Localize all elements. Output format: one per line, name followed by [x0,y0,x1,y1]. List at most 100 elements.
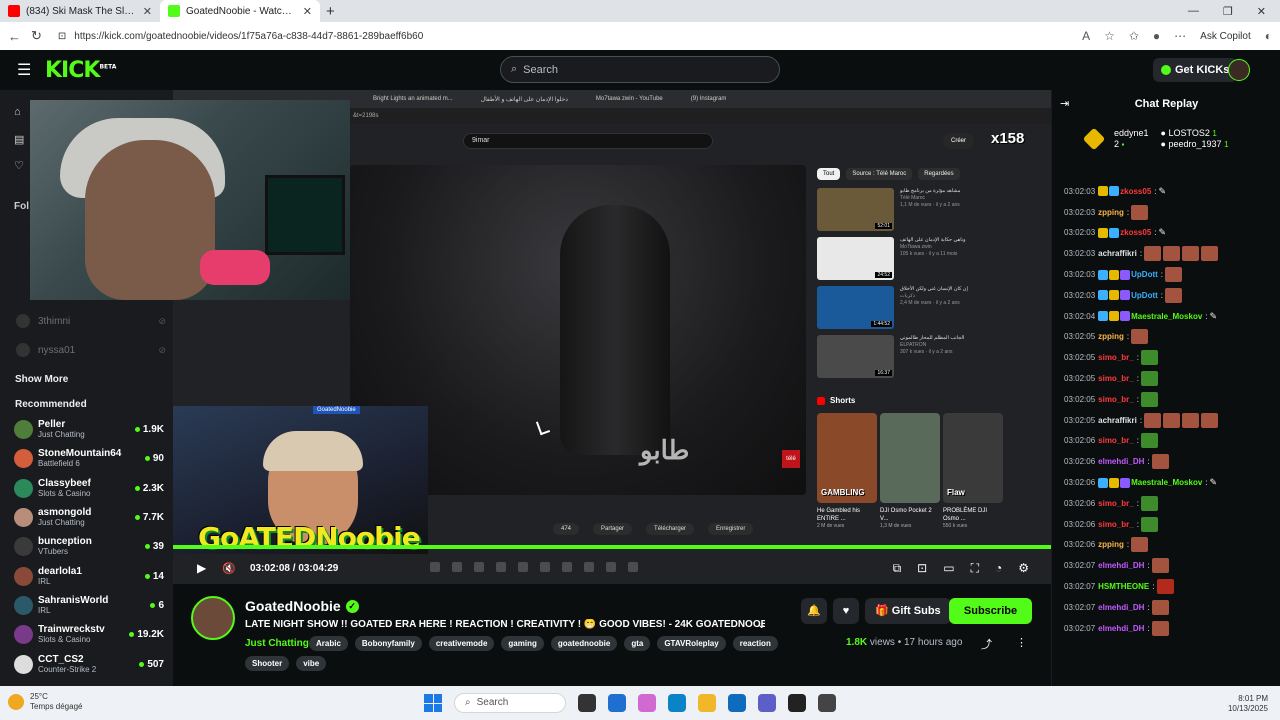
tag[interactable]: GTAVRoleplay [657,636,726,651]
chat-username[interactable]: UpDott [1131,270,1158,279]
sidebar-offline-item[interactable]: nyssa01 ⊘ [16,343,166,357]
kick-logo[interactable]: KICKBETA [45,58,116,83]
browser-tab-kick[interactable]: GoatedNoobie - Watch the VOD ✕ [160,0,320,22]
chat-username[interactable]: simo_br_ [1098,436,1134,445]
streamer-name[interactable]: GoatedNoobie ✓ [245,598,359,614]
share-icon[interactable]: ⤴ [981,636,992,652]
system-clock[interactable]: 8:01 PM 10/13/2025 [1228,694,1268,714]
file-explorer-icon[interactable] [698,694,716,712]
chat-username[interactable]: simo_br_ [1098,374,1134,383]
fullscreen-icon[interactable]: ⛶ [971,561,979,576]
following-heart-icon[interactable]: ♡ [14,159,28,173]
tag[interactable]: creativemode [428,636,495,651]
chat-username[interactable]: HSMTHEONE [1098,582,1149,591]
tag[interactable]: gaming [501,636,544,651]
menu-dots-icon[interactable]: ⋯ [1174,29,1186,43]
chat-username[interactable]: UpDott [1131,291,1158,300]
chat-username[interactable]: Maestrale_Moskov [1131,478,1202,487]
more-options-icon[interactable]: ⋮ [1016,636,1027,649]
chat-username[interactable]: zpping [1098,332,1124,341]
chat-username[interactable]: elmehdi_DH [1098,603,1144,612]
chat-username[interactable]: achraffikri [1098,249,1137,258]
copilot-icon[interactable]: ◐ [1265,29,1272,43]
chat-username[interactable]: achraffikri [1098,416,1137,425]
task-view-icon[interactable] [578,694,596,712]
close-tab-icon[interactable]: ✕ [303,5,312,18]
play-icon[interactable]: ▶ [197,561,206,575]
category-link[interactable]: Just Chatting [245,638,309,649]
ask-copilot-button[interactable]: Ask Copilot [1200,31,1251,42]
favorites-icon[interactable]: ✩ [1129,29,1139,43]
site-info-icon[interactable]: ⊡ [58,31,66,42]
new-tab-button[interactable]: + [326,3,335,20]
recommended-channel[interactable]: Classybeef Slots & Casino 2.3K [14,476,164,500]
theater-icon[interactable]: ▭ [943,561,954,576]
tag[interactable]: goatednoobie [550,636,618,651]
chat-username[interactable]: simo_br_ [1098,499,1134,508]
minimize-icon[interactable]: — [1188,5,1199,18]
windows-start-icon[interactable] [424,694,442,712]
tag[interactable]: Bobonyfamily [354,636,422,651]
show-more-link[interactable]: Show More [15,374,68,385]
read-aloud-icon[interactable]: A [1082,29,1090,43]
chat-username[interactable]: elmehdi_DH [1098,624,1144,633]
chat-username[interactable]: zpping [1098,540,1124,549]
recommended-channel[interactable]: CCT_CS2 Counter-Strike 2 507 [14,652,164,676]
chat-username[interactable]: elmehdi_DH [1098,457,1144,466]
copilot-app-icon[interactable] [638,694,656,712]
recommended-channel[interactable]: dearlola1 IRL 14 [14,564,164,588]
maximize-icon[interactable]: ❐ [1223,5,1233,18]
browse-icon[interactable]: ▤ [14,133,28,147]
recommended-channel[interactable]: StoneMountain64 Battlefield 6 90 [14,446,164,470]
streamer-avatar[interactable] [191,596,235,640]
address-bar[interactable]: ⊡ https://kick.com/goatednoobie/videos/1… [51,25,1073,47]
chat-username[interactable]: elmehdi_DH [1098,561,1144,570]
browser-tab-youtube[interactable]: (834) Ski Mask The Slump God ✕ [0,0,160,22]
gift-subs-button[interactable]: 🎁 Gift Subs [865,598,951,624]
chat-username[interactable]: simo_br_ [1098,520,1134,529]
tag[interactable]: vibe [296,656,327,671]
chat-username[interactable]: zkoss05 [1120,187,1151,196]
recommended-channel[interactable]: Peller Just Chatting 1.9K [14,417,164,441]
recommended-channel[interactable]: bunception VTubers 39 [14,534,164,558]
teams-icon[interactable] [758,694,776,712]
chat-username[interactable]: zkoss05 [1120,228,1151,237]
clip-icon[interactable]: ⧉ [893,561,902,576]
favorite-star-icon[interactable]: ☆ [1104,29,1115,43]
weather-widget[interactable]: 25°C Temps dégagé [8,692,82,712]
recommended-channel[interactable]: Trainwreckstv Slots & Casino 19.2K [14,622,164,646]
app-icon[interactable] [818,694,836,712]
tag[interactable]: Shooter [245,656,290,671]
menu-hamburger-icon[interactable]: ☰ [17,60,31,80]
taskbar-search[interactable]: ⌕ Search [454,693,566,713]
refresh-icon[interactable]: ↻ [31,28,42,44]
tag[interactable]: reaction [732,636,778,651]
settings-gear-icon[interactable]: ⚙ [1018,561,1029,576]
store-icon[interactable] [608,694,626,712]
user-avatar[interactable] [1228,59,1250,81]
obs-icon[interactable] [788,694,806,712]
pip-icon[interactable]: ⊡ [917,561,927,576]
outlook-icon[interactable] [728,694,746,712]
notification-bell-button[interactable]: 🔔 [801,598,827,624]
chevron-down-icon[interactable]: ⌄ [757,618,766,631]
chat-username[interactable]: zpping [1098,208,1124,217]
chat-username[interactable]: simo_br_ [1098,395,1134,404]
seek-bar[interactable] [173,545,1051,549]
tag[interactable]: Arabic [309,636,348,651]
get-kicks-button[interactable]: Get KICKs [1153,58,1238,82]
back-icon[interactable]: ← [8,29,21,44]
home-icon[interactable]: ⌂ [14,106,28,120]
profile-icon[interactable]: ● [1153,29,1160,43]
tag[interactable]: gta [624,636,651,651]
subscribe-button[interactable]: Subscribe [949,598,1032,624]
edge-icon[interactable] [668,694,686,712]
chat-username[interactable]: Maestrale_Moskov [1131,312,1202,321]
recommended-channel[interactable]: asmongold Just Chatting 7.7K [14,505,164,529]
chat-username[interactable]: simo_br_ [1098,353,1134,362]
recommended-channel[interactable]: SahranisWorld IRL 6 [14,593,164,617]
speed-icon[interactable]: ◔ [995,561,1002,576]
close-window-icon[interactable]: ✕ [1257,5,1266,18]
kick-search-input[interactable]: ⌕ Search [500,56,780,83]
follow-heart-button[interactable]: ♥ [833,598,859,624]
